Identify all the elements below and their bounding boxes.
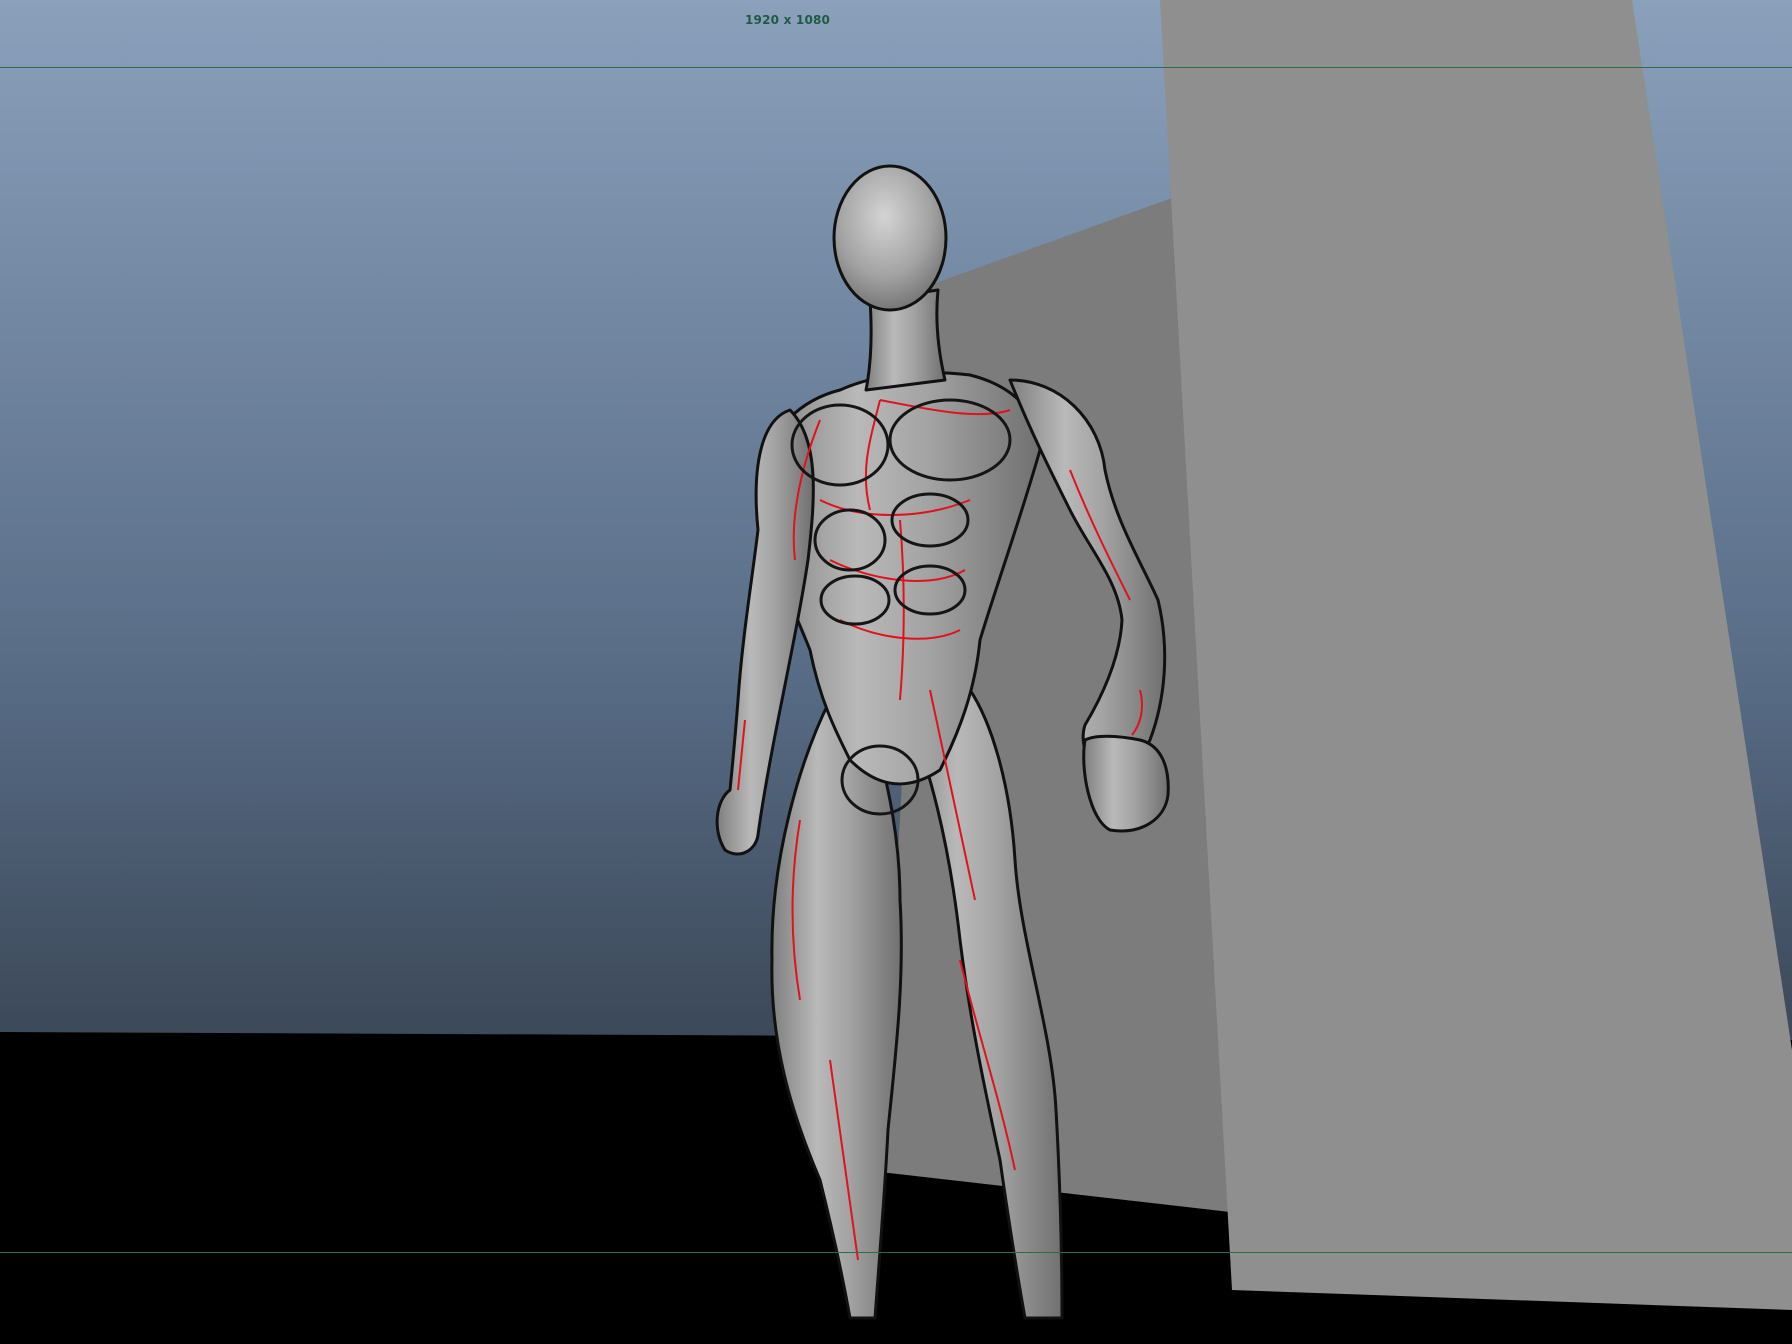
resolution-gate-label: 1920 x 1080	[745, 13, 831, 27]
resolution-gate-bottom-line	[0, 1252, 1792, 1253]
viewport-scene[interactable]	[0, 0, 1792, 1344]
resolution-gate-top-line	[0, 67, 1792, 68]
3d-viewport[interactable]: 1920 x 1080	[0, 0, 1792, 1344]
side-wall-plane[interactable]	[1160, 0, 1792, 1310]
